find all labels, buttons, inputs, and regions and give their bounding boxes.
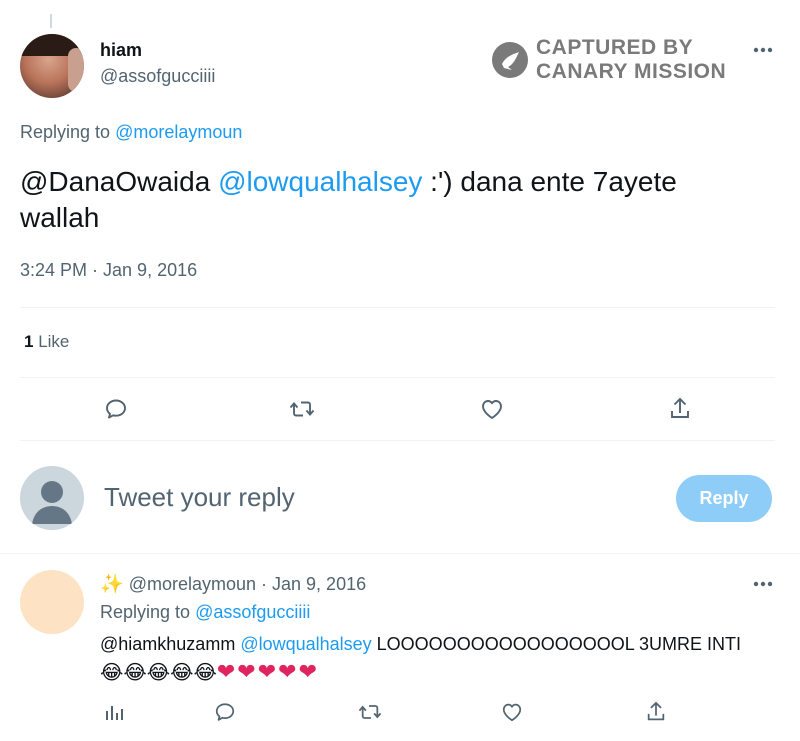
reply-replying-prefix: Replying to	[100, 602, 191, 622]
tweet-text: @DanaOwaida @lowqualhalsey :') dana ente…	[20, 164, 750, 236]
watermark-line1: CAPTURED BY	[536, 36, 694, 59]
reply-retweet-icon[interactable]	[356, 699, 384, 725]
author-name[interactable]: hiam	[100, 40, 142, 61]
reply-author-handle[interactable]: @morelaymoun	[129, 574, 256, 594]
sparkles-icon: ✨	[100, 574, 124, 595]
laugh-emojis: 😂😂😂😂😂	[100, 662, 217, 684]
analytics-icon[interactable]	[102, 700, 126, 724]
reply-author-avatar[interactable]	[20, 570, 84, 634]
replying-to-handle[interactable]: @morelaymoun	[115, 122, 242, 142]
reply-reply-icon[interactable]	[212, 699, 238, 725]
share-icon[interactable]	[665, 394, 695, 424]
reply-header: ✨ @morelaymoun · Jan 9, 2016	[100, 572, 366, 596]
tweet-timestamp[interactable]: 3:24 PM · Jan 9, 2016	[20, 260, 197, 281]
author-handle[interactable]: @assofgucciiii	[100, 66, 215, 87]
reply-date[interactable]: · Jan 9, 2016	[261, 574, 366, 594]
thread-line	[50, 14, 52, 28]
divider	[20, 307, 775, 308]
watermark-line2: CANARY MISSION	[536, 60, 727, 83]
reply-like-icon[interactable]	[498, 699, 526, 725]
likes-count: 1	[24, 332, 34, 351]
reply-mention-hiamkhuzamm[interactable]: @hiamkhuzamm	[100, 634, 235, 654]
reply-share-icon[interactable]	[643, 698, 669, 726]
canary-logo-icon	[490, 40, 530, 80]
composer-avatar	[20, 466, 84, 530]
reply-replying-to-line: Replying to @assofgucciiii	[100, 602, 310, 623]
replying-to-line: Replying to @morelaymoun	[20, 122, 242, 143]
reply-icon[interactable]	[101, 395, 131, 423]
author-avatar[interactable]	[20, 34, 84, 98]
reply-more-icon[interactable]	[748, 574, 778, 594]
replying-prefix: Replying to	[20, 122, 111, 142]
watermark-text: CAPTURED BY CANARY MISSION	[536, 36, 726, 84]
more-icon[interactable]	[748, 40, 778, 60]
divider	[20, 440, 775, 441]
likes-label: Like	[38, 332, 70, 351]
retweet-icon[interactable]	[285, 395, 319, 423]
reply-button[interactable]: Reply	[676, 475, 772, 522]
reply-mention-lowqualhalsey[interactable]: @lowqualhalsey	[240, 634, 371, 654]
reply-replying-to-handle[interactable]: @assofgucciiii	[195, 602, 310, 622]
divider	[20, 377, 775, 378]
mention-lowqualhalsey[interactable]: @lowqualhalsey	[218, 166, 422, 197]
reply-body: LOOOOOOOOOOOOOOOOOL 3UMRE INTI	[371, 634, 742, 654]
like-icon[interactable]	[477, 395, 507, 423]
divider	[0, 553, 800, 554]
mention-danaowaida[interactable]: @DanaOwaida	[20, 166, 210, 197]
likes-stat[interactable]: 1 Like	[24, 332, 69, 352]
reply-text: @hiamkhuzamm @lowqualhalsey LOOOOOOOOOOO…	[100, 630, 760, 687]
reply-input[interactable]: Tweet your reply	[104, 482, 295, 513]
heart-emojis: ❤❤❤❤❤	[216, 659, 320, 684]
